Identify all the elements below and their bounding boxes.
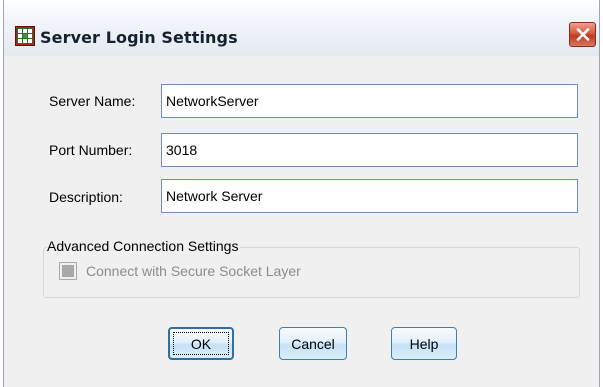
title-bar[interactable]: Server Login Settings xyxy=(4,0,599,56)
server-name-label: Server Name: xyxy=(49,93,136,109)
ok-button-label: OK xyxy=(190,335,212,352)
window-title: Server Login Settings xyxy=(40,28,238,47)
help-button-label: Help xyxy=(409,335,439,352)
ssl-checkbox-label: Connect with Secure Socket Layer xyxy=(86,263,301,279)
close-icon xyxy=(576,28,590,41)
ssl-checkbox[interactable] xyxy=(59,262,77,280)
cancel-button-label: Cancel xyxy=(291,335,335,352)
cancel-button[interactable]: Cancel xyxy=(279,327,347,360)
server-name-input[interactable] xyxy=(161,84,578,118)
ok-button[interactable]: OK xyxy=(168,327,234,360)
spss-grid-icon xyxy=(15,26,35,46)
port-number-label: Port Number: xyxy=(49,142,133,158)
description-label: Description: xyxy=(49,189,123,205)
advanced-connection-legend: Advanced Connection Settings xyxy=(47,238,241,254)
help-button[interactable]: Help xyxy=(391,327,457,360)
server-login-dialog: Server Login Settings Server Name: Port … xyxy=(3,0,600,387)
port-number-input[interactable] xyxy=(161,133,578,167)
description-input[interactable] xyxy=(161,179,578,213)
close-button[interactable] xyxy=(569,22,596,47)
